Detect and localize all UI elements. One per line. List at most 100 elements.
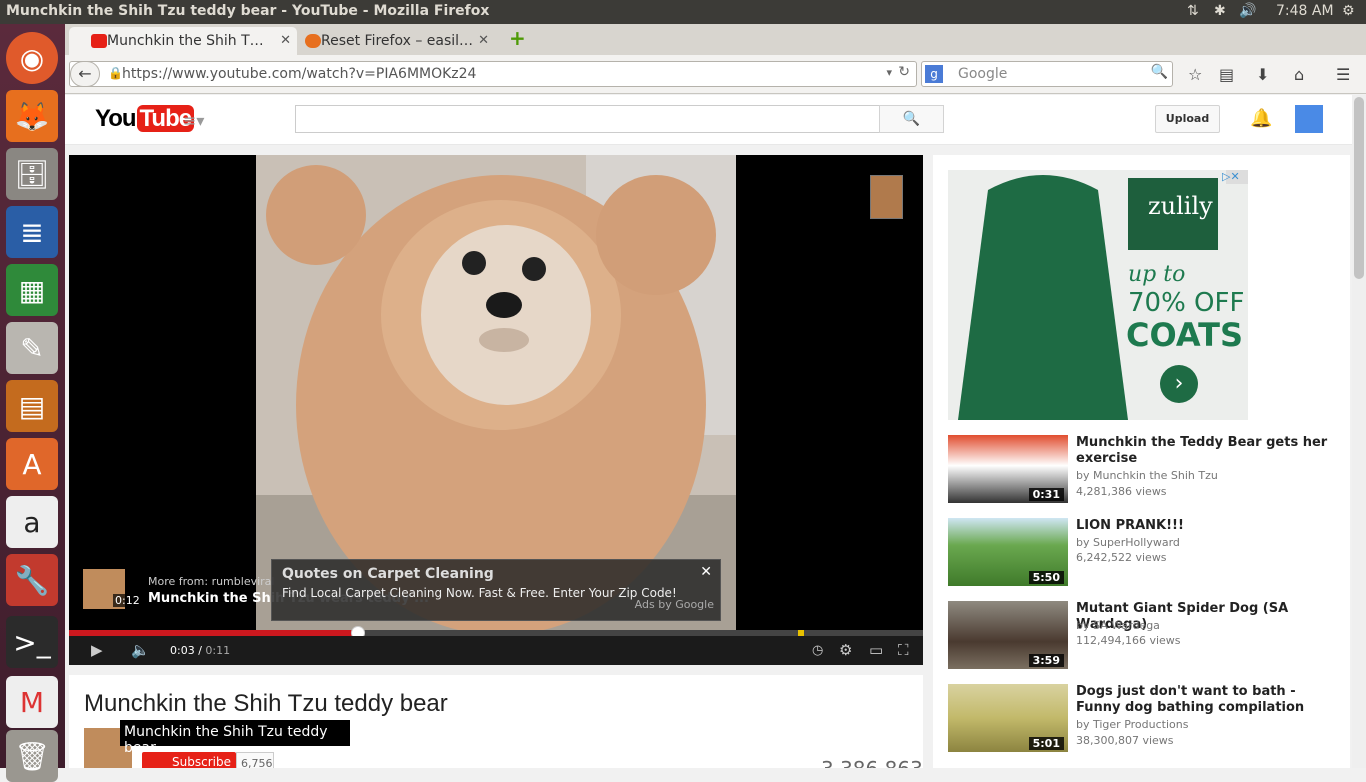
video-channel[interactable]: by SA Wardega bbox=[1076, 619, 1160, 632]
video-views: 6,242,522 views bbox=[1076, 551, 1167, 564]
window-title: Munchkin the Shih Tzu teddy bear - YouTu… bbox=[6, 3, 490, 19]
clock[interactable]: 7:48 AM bbox=[1276, 3, 1334, 19]
ad-line2: 70% OFF bbox=[1128, 288, 1245, 318]
tab-strip: Munchkin the Shih T… ✕ Reset Firefox – e… bbox=[65, 24, 1366, 55]
adchoices-icon[interactable]: ▷✕ bbox=[1222, 170, 1240, 183]
network-icon[interactable]: ⇅ bbox=[1187, 3, 1199, 19]
search-bar[interactable]: g Google 🔍 bbox=[921, 61, 1173, 87]
play-icon[interactable]: ▶ bbox=[91, 641, 103, 659]
channel-watermark-icon[interactable] bbox=[870, 175, 903, 219]
bookmark-star-icon[interactable]: ☆ bbox=[1188, 65, 1202, 84]
video-title[interactable]: LION PRANK!!! bbox=[1076, 518, 1336, 534]
ad-arrow-icon[interactable]: › bbox=[1160, 365, 1198, 403]
ad-close-icon[interactable]: ✕ bbox=[700, 564, 712, 580]
bluetooth-icon[interactable]: ✱ bbox=[1214, 3, 1226, 19]
theater-mode-icon[interactable]: ▭ bbox=[869, 641, 883, 659]
back-button[interactable]: ← bbox=[70, 61, 100, 87]
video-thumbnail[interactable]: 3:59 bbox=[948, 601, 1068, 669]
upload-button[interactable]: Upload bbox=[1155, 105, 1220, 133]
text-editor-icon[interactable]: ✎ bbox=[6, 322, 58, 374]
amazon-icon[interactable]: a bbox=[6, 496, 58, 548]
guide-menu-icon[interactable]: ≡▾ bbox=[183, 111, 204, 130]
recommended-video[interactable]: 3:59 Mutant Giant Spider Dog (SA Wardega… bbox=[948, 601, 1348, 671]
reading-list-icon[interactable]: ▤ bbox=[1219, 65, 1234, 84]
ad-line1: up to bbox=[1128, 262, 1186, 287]
video-channel[interactable]: by Tiger Productions bbox=[1076, 718, 1188, 731]
gmail-icon[interactable]: M bbox=[6, 676, 58, 728]
volume-icon[interactable]: 🔊 bbox=[1239, 3, 1256, 19]
page-scrollbar[interactable] bbox=[1352, 95, 1366, 768]
zulily-ad-banner[interactable]: zulily up to 70% OFF COATS › ▷✕ bbox=[948, 170, 1248, 420]
ubuntu-dash-icon[interactable]: ◉ bbox=[6, 32, 58, 84]
calc-icon[interactable]: ▦ bbox=[6, 264, 58, 316]
video-thumbnail[interactable]: 5:01 bbox=[948, 684, 1068, 752]
fullscreen-icon[interactable]: ⛶ bbox=[898, 641, 909, 659]
files-icon[interactable]: 🗄 bbox=[6, 148, 58, 200]
youtube-icon bbox=[91, 34, 107, 48]
ad-description: Find Local Carpet Cleaning Now. Fast & F… bbox=[282, 586, 677, 600]
tab-label: Reset Firefox – easil… bbox=[321, 33, 474, 49]
url-text: https://www.youtube.com/watch?v=PIA6MMOK… bbox=[122, 66, 477, 82]
writer-icon[interactable]: ≣ bbox=[6, 206, 58, 258]
notifications-bell-icon[interactable]: 🔔 bbox=[1250, 108, 1272, 129]
watch-later-icon[interactable]: ◷ bbox=[812, 643, 823, 658]
volume-icon[interactable]: 🔈 bbox=[131, 641, 150, 659]
page-content: You Tube ≡▾ 🔍 Upload 🔔 0:12 More from: r… bbox=[65, 95, 1352, 768]
firefox-launcher-icon[interactable]: 🦊 bbox=[6, 90, 58, 142]
ads-by-google[interactable]: Ads by Google bbox=[635, 598, 714, 611]
video-title[interactable]: Munchkin the Teddy Bear gets her exercis… bbox=[1076, 435, 1336, 467]
youtube-logo[interactable]: You Tube bbox=[95, 105, 195, 133]
trash-icon[interactable]: 🗑 bbox=[6, 730, 58, 782]
video-title[interactable]: Dogs just don't want to bath - Funny dog… bbox=[1076, 684, 1336, 716]
recommended-video[interactable]: 5:50 LION PRANK!!! by SuperHollyward 6,2… bbox=[948, 518, 1348, 588]
recommended-video[interactable]: 5:01 Dogs just don't want to bath - Funn… bbox=[948, 684, 1348, 754]
settings-gear-icon[interactable]: ⚙ bbox=[839, 641, 852, 659]
menu-icon[interactable]: ☰ bbox=[1336, 65, 1350, 84]
logo-you: You bbox=[95, 105, 137, 132]
url-bar[interactable]: ← 🔒 https://www.youtube.com/watch?v=PIA6… bbox=[69, 61, 917, 87]
google-icon[interactable]: g bbox=[925, 65, 943, 83]
player-controls: ▶ 🔈 0:03 / 0:11 ◷ ⚙ ▭ ⛶ bbox=[69, 636, 923, 665]
system-gear-icon[interactable]: ⚙ bbox=[1342, 3, 1355, 19]
duration: 0:11 bbox=[205, 644, 231, 657]
video-duration: 5:50 bbox=[1028, 571, 1064, 584]
tab-reset-firefox[interactable]: Reset Firefox – easil… ✕ bbox=[283, 27, 495, 55]
search-icon[interactable]: 🔍 bbox=[1151, 64, 1168, 80]
downloads-icon[interactable]: ⬇ bbox=[1256, 65, 1269, 84]
tab-label: Munchkin the Shih T… bbox=[107, 33, 264, 49]
video-views: 38,300,807 views bbox=[1076, 734, 1174, 747]
home-icon[interactable]: ⌂ bbox=[1294, 65, 1304, 84]
search-placeholder: Google bbox=[958, 66, 1008, 82]
reload-icon[interactable]: ↻ bbox=[898, 64, 910, 80]
lock-icon: 🔒 bbox=[108, 66, 123, 80]
video-player[interactable]: 0:12 More from: rumbleviral Munchkin the… bbox=[69, 155, 923, 665]
dropdown-icon[interactable]: ▾ bbox=[886, 66, 892, 79]
subscriber-count: 6,756 bbox=[236, 752, 274, 768]
close-tab-icon[interactable]: ✕ bbox=[478, 33, 489, 48]
ad-overlay[interactable]: Quotes on Carpet Cleaning Find Local Car… bbox=[271, 559, 721, 621]
ad-line3: COATS bbox=[1126, 316, 1243, 354]
video-channel[interactable]: by SuperHollyward bbox=[1076, 536, 1180, 549]
current-time: 0:03 bbox=[170, 644, 195, 657]
video-thumbnail[interactable]: 0:31 bbox=[948, 435, 1068, 503]
impress-icon[interactable]: ▤ bbox=[6, 380, 58, 432]
recommended-video[interactable]: 0:31 Munchkin the Teddy Bear gets her ex… bbox=[948, 435, 1348, 505]
youtube-search-button[interactable]: 🔍 bbox=[879, 105, 944, 133]
terminal-icon[interactable]: >_ bbox=[6, 616, 58, 668]
video-title: Munchkin the Shih Tzu teddy bear bbox=[84, 690, 448, 717]
avatar[interactable] bbox=[1295, 105, 1323, 133]
subscribe-label: Subscribe bbox=[172, 755, 231, 768]
settings-icon[interactable]: 🔧 bbox=[6, 554, 58, 606]
video-channel[interactable]: by Munchkin the Shih Tzu bbox=[1076, 469, 1218, 482]
youtube-search-input[interactable] bbox=[295, 105, 880, 133]
tab-youtube[interactable]: Munchkin the Shih T… ✕ bbox=[69, 27, 297, 55]
new-tab-icon[interactable]: + bbox=[509, 26, 526, 50]
video-thumbnail[interactable]: 5:50 bbox=[948, 518, 1068, 586]
subscribe-button[interactable]: Subscribe bbox=[142, 752, 236, 768]
nav-bar: ← 🔒 https://www.youtube.com/watch?v=PIA6… bbox=[65, 55, 1366, 94]
youtube-header: You Tube ≡▾ 🔍 Upload 🔔 bbox=[65, 95, 1352, 145]
ad-title[interactable]: Quotes on Carpet Cleaning bbox=[282, 566, 494, 582]
sidebar: zulily up to 70% OFF COATS › ▷✕ 0:31 Mun… bbox=[933, 155, 1350, 768]
scrollbar-thumb[interactable] bbox=[1354, 97, 1364, 279]
software-center-icon[interactable]: A bbox=[6, 438, 58, 490]
